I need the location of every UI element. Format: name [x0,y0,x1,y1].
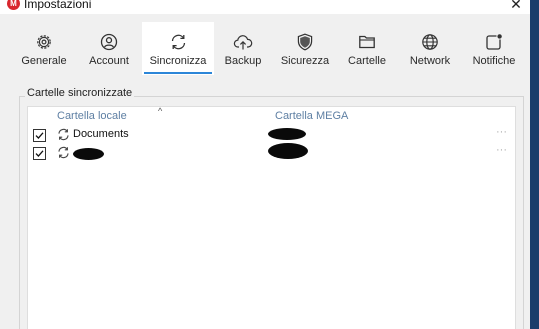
cloud-upload-icon [233,35,253,50]
sync-icon [171,34,185,50]
tab-account[interactable]: Account [77,22,141,75]
user-icon [100,33,118,51]
row-menu-button[interactable]: ··· [496,144,507,156]
tab-cartelle[interactable]: Cartelle [335,22,399,75]
group-title: Cartelle sincronizzate [25,87,135,99]
sync-status-icon [58,128,69,141]
redacted-local-name [73,148,104,160]
tab-backup-label: Backup [224,55,262,67]
row-menu-button[interactable]: ··· [496,126,507,138]
gear-icon [37,35,51,49]
tab-notifiche[interactable]: Notifiche [462,22,526,75]
settings-window: M Impostazioni ✕ Generale Account Sincro… [0,0,530,329]
globe-icon [422,34,438,50]
tab-backup[interactable]: Backup [211,22,275,75]
notification-icon [486,34,502,50]
tab-network-label: Network [409,55,451,67]
table-row[interactable]: ··· [28,143,515,163]
close-button[interactable]: ✕ [502,0,530,14]
window-title: Impostazioni [24,0,92,11]
active-tab-indicator [144,72,212,74]
tab-sincronizza[interactable]: Sincronizza [142,22,214,75]
folder-icon [359,35,375,49]
sync-enabled-checkbox[interactable] [33,147,46,160]
sync-settings-panel: Cartelle sincronizzate Cartella locale ^… [0,76,530,329]
column-header-mega[interactable]: Cartella MEGA [275,110,348,122]
checkmark-icon [35,132,44,139]
tab-account-label: Account [89,55,129,67]
sync-enabled-checkbox[interactable] [33,129,46,142]
local-folder-name: Documents [73,128,129,140]
sort-ascending-icon: ^ [158,106,163,116]
tab-cartelle-label: Cartelle [348,55,386,67]
tab-sincronizza-label: Sincronizza [149,55,207,67]
tab-generale[interactable]: Generale [12,22,76,75]
tab-notifiche-label: Notifiche [472,55,516,67]
synced-folders-table: Cartella locale ^ Cartella MEGA Document… [27,106,516,329]
redacted-mega-path [268,128,306,140]
tab-network[interactable]: Network [398,22,462,75]
checkmark-icon [35,150,44,157]
column-header-local[interactable]: Cartella locale [57,110,127,122]
tab-generale-label: Generale [21,55,67,67]
settings-tabs: Generale Account Sincronizza Backup Sicu… [0,14,530,76]
title-bar: M Impostazioni ✕ [0,0,530,14]
sync-status-icon [58,146,69,159]
mega-logo-icon: M [7,0,20,10]
redacted-mega-path [268,143,308,159]
shield-icon [297,33,313,51]
tab-sicurezza-label: Sicurezza [280,55,330,67]
tab-sicurezza[interactable]: Sicurezza [273,22,337,75]
table-row[interactable]: Documents ··· [28,126,515,145]
